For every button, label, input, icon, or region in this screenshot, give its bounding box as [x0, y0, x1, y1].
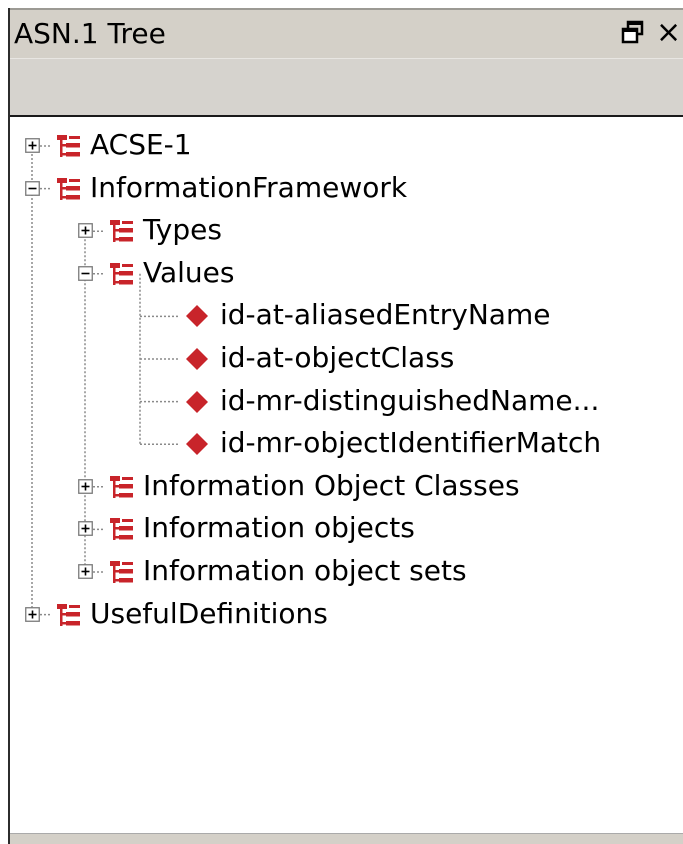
- tree-node[interactable]: Information Object Classes: [10, 466, 683, 508]
- value-diamond-icon: [185, 390, 209, 414]
- panel-title: ASN.1 Tree: [14, 17, 166, 50]
- tree-node[interactable]: Values: [10, 253, 683, 295]
- value-diamond-icon: [185, 304, 209, 328]
- module-icon: [55, 602, 85, 630]
- module-icon: [108, 261, 138, 289]
- module-icon: [108, 516, 138, 544]
- panel-bottom-edge: [10, 833, 683, 844]
- tree-node-label: id-mr-objectIdentifierMatch: [220, 426, 602, 460]
- tree-node[interactable]: Types: [10, 210, 683, 252]
- expand-icon[interactable]: [77, 521, 93, 537]
- asn1-tree-panel: ASN.1 Tree × ACSE-1 InformationFramework T…: [8, 8, 683, 844]
- close-icon[interactable]: ×: [656, 16, 683, 50]
- module-icon: [108, 559, 138, 587]
- tree-node-label: ACSE-1: [90, 128, 192, 161]
- module-icon: [108, 474, 138, 502]
- tree-node[interactable]: id-mr-distinguishedName...: [10, 381, 683, 423]
- tree-node-label: UsefulDefinitions: [90, 596, 328, 630]
- tree-node[interactable]: id-at-aliasedEntryName: [10, 295, 683, 337]
- asn1-tree[interactable]: ACSE-1 InformationFramework Types Values id-…: [10, 117, 683, 834]
- tree-node[interactable]: UsefulDefinitions: [10, 594, 683, 636]
- tree-node[interactable]: Information object sets: [10, 551, 683, 593]
- tree-node-label: Types: [143, 213, 222, 247]
- tree-node-label: Information Object Classes: [143, 468, 520, 502]
- value-diamond-icon: [185, 432, 209, 456]
- module-icon: [55, 133, 85, 161]
- expand-icon[interactable]: [77, 223, 93, 239]
- collapse-icon[interactable]: [24, 180, 40, 196]
- expand-icon[interactable]: [24, 606, 40, 622]
- tree-node-label: Information object sets: [143, 554, 467, 587]
- tree-node-label: id-at-objectClass: [220, 341, 455, 374]
- expand-icon[interactable]: [77, 478, 93, 494]
- tree-node-label: id-mr-distinguishedName...: [220, 383, 600, 417]
- tree-node[interactable]: Information objects: [10, 508, 683, 550]
- expand-icon[interactable]: [24, 138, 40, 153]
- tree-node[interactable]: ACSE-1: [10, 125, 683, 167]
- panel-toolbar: [10, 58, 683, 118]
- module-icon: [55, 176, 85, 204]
- collapse-icon[interactable]: [77, 265, 93, 281]
- panel-title-bar: ASN.1 Tree ×: [10, 8, 683, 58]
- value-diamond-icon: [185, 347, 209, 371]
- tree-node-label: id-at-aliasedEntryName: [220, 298, 551, 332]
- tree-node-label: Information objects: [143, 511, 415, 545]
- tree-node-label: InformationFramework: [90, 170, 408, 204]
- float-window-icon[interactable]: [621, 20, 645, 44]
- tree-node[interactable]: id-mr-objectIdentifierMatch: [10, 423, 683, 465]
- tree-node-label: Values: [143, 255, 235, 289]
- tree-node[interactable]: id-at-objectClass: [10, 338, 683, 380]
- expand-icon[interactable]: [77, 564, 93, 579]
- module-icon: [108, 218, 138, 246]
- tree-node[interactable]: InformationFramework: [10, 168, 683, 210]
